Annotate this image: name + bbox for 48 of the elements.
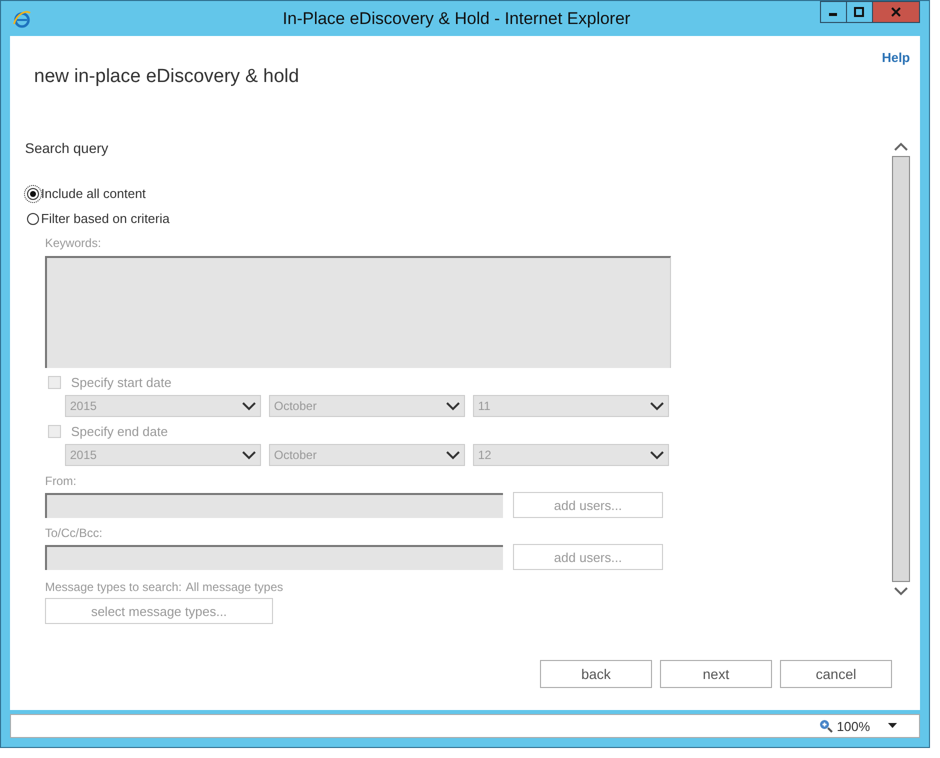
section-title: Search query xyxy=(25,140,110,156)
chevron-down-icon xyxy=(446,450,460,460)
scrollbar-thumb[interactable] xyxy=(892,156,910,582)
chevron-down-icon xyxy=(650,402,664,410)
radio-option[interactable]: Filter based on criteria xyxy=(25,209,172,228)
chevron-down-icon xyxy=(242,450,256,460)
page-title: new in-place eDiscovery & hold xyxy=(34,66,300,89)
close-icon xyxy=(890,7,901,17)
browser-logo-icon xyxy=(12,8,32,28)
zoom-icon xyxy=(818,719,833,733)
field-label: Message types to search: xyxy=(45,580,182,594)
input-field[interactable] xyxy=(45,492,503,518)
field-label: To/Cc/Bcc: xyxy=(45,526,104,540)
zoom-level[interactable]: 100% xyxy=(836,718,870,734)
dialog-button[interactable]: cancel xyxy=(780,660,892,688)
radio-option[interactable]: Include all content xyxy=(25,184,148,203)
chevron-down-icon xyxy=(650,450,664,460)
dropdown[interactable]: October xyxy=(269,395,465,417)
checkbox-label: Specify end date xyxy=(71,424,168,439)
maximize-icon xyxy=(854,7,864,17)
chevron-down-icon xyxy=(242,402,256,410)
dropdown[interactable]: October xyxy=(269,444,465,466)
dropdown[interactable]: 2015 xyxy=(65,395,261,417)
dropdown[interactable]: 12 xyxy=(473,444,669,466)
add-users-button[interactable]: add users... xyxy=(513,492,663,518)
window-title: In-Place eDiscovery & Hold - Internet Explorer xyxy=(282,8,630,28)
field-label: From: xyxy=(45,474,78,488)
help-link[interactable]: Help xyxy=(882,50,910,65)
message-types-value: All message types xyxy=(186,580,284,594)
chevron-down-icon xyxy=(446,402,460,410)
minimize-button[interactable] xyxy=(820,1,847,23)
dialog-button[interactable]: back xyxy=(540,660,652,688)
scroll-down-icon[interactable] xyxy=(894,586,908,596)
checkbox-label: Specify start date xyxy=(71,375,172,390)
keywords-label: Keywords: xyxy=(45,236,102,250)
maximize-button[interactable] xyxy=(846,1,873,23)
dropdown-icon[interactable] xyxy=(888,723,897,729)
dropdown[interactable]: 11 xyxy=(473,395,669,417)
close-button[interactable] xyxy=(872,1,920,23)
checkbox[interactable] xyxy=(48,376,61,389)
checkbox[interactable] xyxy=(48,425,61,438)
keywords-field[interactable] xyxy=(45,256,671,368)
add-users-button[interactable]: add users... xyxy=(513,544,663,570)
input-field[interactable] xyxy=(45,544,503,570)
dropdown[interactable]: 2015 xyxy=(65,444,261,466)
scroll-up-icon[interactable] xyxy=(894,142,908,152)
dialog-button[interactable]: next xyxy=(660,660,772,688)
select-message-types-button[interactable]: select message types... xyxy=(45,598,273,624)
